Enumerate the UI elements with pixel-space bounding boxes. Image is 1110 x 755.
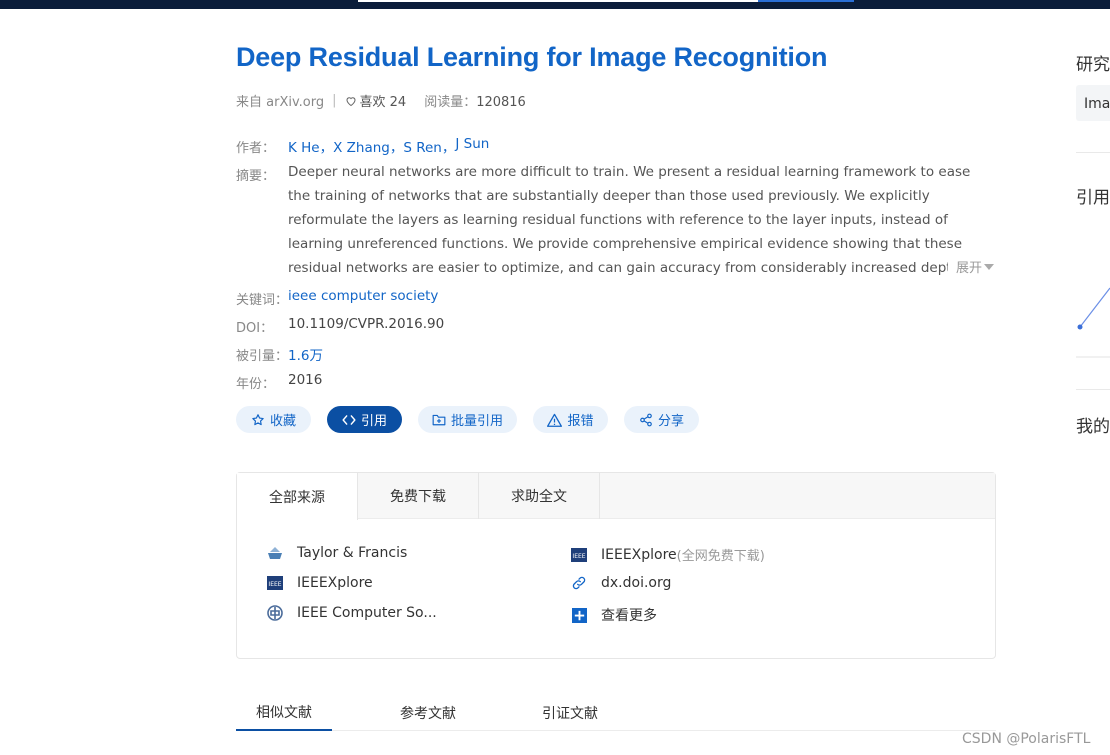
source-link-taylor-francis[interactable]: Taylor & Francis [267,545,407,561]
tab-free-download[interactable]: 免费下载 [358,473,479,519]
source-label: IEEEXplore [297,575,373,591]
share-icon [640,413,652,426]
read-count: 阅读量：120816 [424,91,526,110]
related-docs-tabs: 相似文献 参考文献 引证文献 [236,695,996,731]
source-link-ieeexplore[interactable]: IEEE IEEEXplore [267,575,373,591]
share-label: 分享 [657,414,684,429]
svg-text:IEEE: IEEE [572,553,585,560]
tab-similar-docs[interactable]: 相似文献 [236,695,332,731]
sidebar-citation-heading: 引用 [1076,188,1110,208]
more-sources-button[interactable]: 查看更多 [571,605,657,625]
abstract-label: 摘要： [236,169,276,184]
tab-all-sources[interactable]: 全部来源 [237,473,358,520]
search-box-edge[interactable] [358,0,758,2]
expand-label: 展开 [956,261,983,276]
authors-list: K He， X Zhang， S Ren， J Sun [288,136,489,156]
batch-cite-button[interactable]: 批量引用 [418,406,517,433]
source-link-doi[interactable]: dx.doi.org [571,575,671,591]
authors-label: 作者： [236,141,276,156]
cite-label: 引用 [360,414,387,429]
sources-tabs: 全部来源 免费下载 求助全文 [237,473,995,520]
keyword-link[interactable]: ieee computer society [288,288,438,304]
year-value: 2016 [288,372,323,388]
meta-divider: | [332,93,337,108]
author-link[interactable]: K He， [288,136,333,156]
paper-title[interactable]: Deep Residual Learning for Image Recogni… [236,42,827,73]
watermark: CSDN @PolarisFTL [962,731,1091,747]
sidebar-divider [1076,152,1110,153]
doi-value: 10.1109/CVPR.2016.90 [288,316,445,332]
source-link-ieee-computer-society[interactable]: IEEE Computer So... [267,605,437,621]
heart-icon [345,96,356,106]
share-button[interactable]: 分享 [624,406,699,433]
batch-cite-label: 批量引用 [450,414,503,429]
like-button[interactable]: 喜欢 24 [345,91,407,110]
source-origin: 来自 arXiv.org [236,95,325,110]
svg-text:IEEE: IEEE [268,581,281,588]
folder-plus-icon [432,414,446,426]
sidebar-divider [1076,389,1110,390]
tab-citations[interactable]: 引证文献 [522,695,618,730]
report-error-button[interactable]: 报错 [533,406,608,433]
sidebar-topic-chip[interactable]: Imag [1076,85,1110,121]
source-label: dx.doi.org [601,575,672,591]
free-download-note: (全网免费下载) [676,549,765,564]
author-link[interactable]: J Sun [455,136,489,156]
link-icon [571,575,587,591]
read-count-label: 阅读量： [424,95,477,110]
plus-square-icon [571,607,587,623]
author-link[interactable]: X Zhang， [333,136,403,156]
citation-trend-sparkline [1076,287,1110,358]
search-button-edge[interactable] [758,0,854,2]
ieee-computer-society-icon [267,605,283,621]
top-navbar [0,0,1110,9]
source-label: 查看更多 [601,608,657,624]
ieee-icon: IEEE [267,575,283,591]
keywords-label: 关键词： [236,293,289,308]
sources-panel: 全部来源 免费下载 求助全文 Taylor & Francis IEEE IEE… [236,472,996,659]
chevron-down-icon [984,263,995,270]
paper-meta: 来自 arXiv.org | 喜欢 24 阅读量：120816 [236,91,526,110]
doi-label: DOI： [236,321,274,336]
report-label: 报错 [567,414,594,429]
collect-label: 收藏 [269,414,296,429]
expand-abstract-button[interactable]: 展开 [948,257,995,276]
collect-button[interactable]: 收藏 [236,406,311,433]
tab-request-fulltext[interactable]: 求助全文 [479,473,600,519]
cited-count-link[interactable]: 1.6万 [288,344,323,364]
abstract-text: Deeper neural networks are more difficul… [288,164,988,276]
like-count: 喜欢 24 [359,95,407,110]
taylor-francis-icon [267,545,283,561]
star-icon [252,413,264,425]
sidebar-my-heading: 我的 [1076,417,1110,437]
ieee-icon: IEEE [571,547,587,563]
source-label: Taylor & Francis [297,545,408,561]
year-label: 年份： [236,377,276,392]
source-label: IEEEXplore [601,546,677,563]
tab-references[interactable]: 参考文献 [380,695,476,730]
author-link[interactable]: S Ren， [403,136,455,156]
cited-label: 被引量： [236,349,289,364]
warning-icon [547,413,563,427]
action-bar: 收藏 引用 批量引用 报错 分享 [236,406,699,433]
source-label: IEEE Computer So... [297,605,437,621]
read-count-value: 120816 [476,95,526,110]
cite-button[interactable]: 引用 [327,406,402,433]
code-brackets-icon [342,414,356,425]
sidebar-research-heading: 研究 [1076,55,1110,75]
source-link-ieeexplore-free[interactable]: IEEE IEEEXplore (全网免费下载) [571,545,765,564]
